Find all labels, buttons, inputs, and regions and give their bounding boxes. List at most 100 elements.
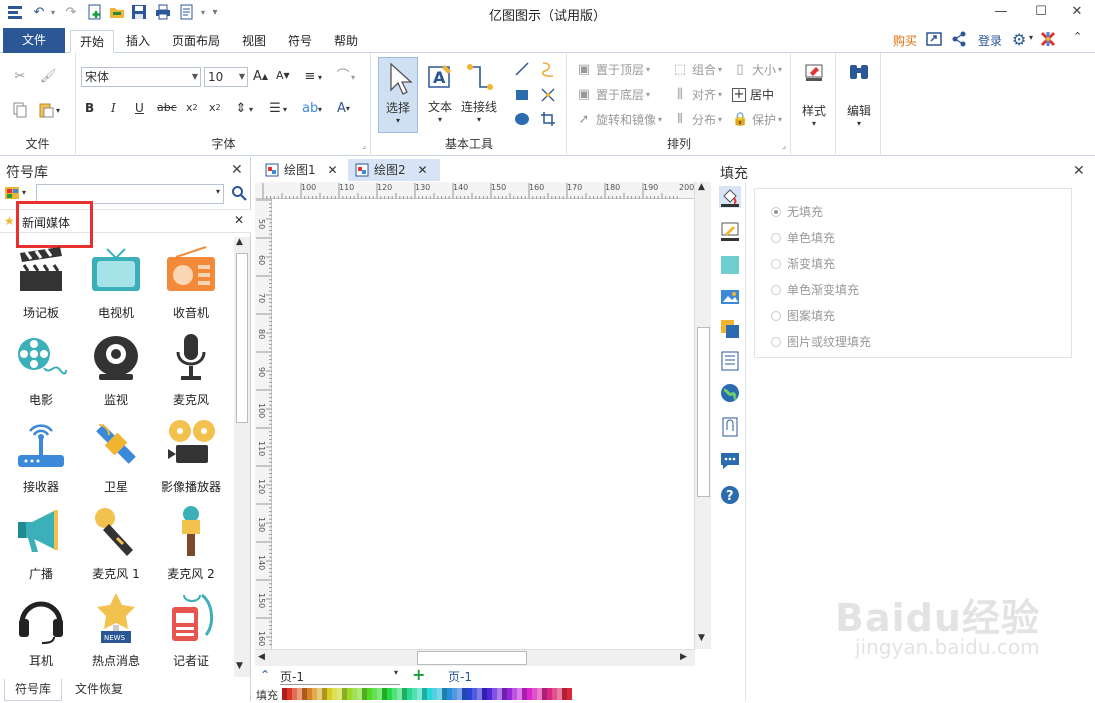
fill-option-none[interactable]: 无填充 <box>771 203 823 220</box>
protect-button[interactable]: 🔒 保护 ▾ <box>732 111 782 128</box>
doc-tab-1[interactable]: 绘图1 ✕ <box>258 159 348 181</box>
line-style-icon[interactable] <box>719 220 741 242</box>
highlight-icon[interactable]: ab ▾ <box>302 101 322 117</box>
font-family-select[interactable]: 宋体 ▼ <box>81 67 201 87</box>
scroll-down-icon[interactable]: ▼ <box>236 661 243 671</box>
scroll-down-icon[interactable]: ▼ <box>698 633 705 643</box>
subscript-button[interactable]: x2 <box>186 101 198 114</box>
share-icon[interactable] <box>951 31 967 50</box>
paste-icon[interactable]: ▾ <box>38 102 60 118</box>
scroll-up-icon[interactable]: ▲ <box>236 237 243 247</box>
edit-button[interactable]: 编辑 ▾ <box>839 61 879 137</box>
bullets-icon[interactable]: ☰ ▾ <box>267 101 287 117</box>
radio[interactable] <box>771 258 781 269</box>
hyperlink-globe-icon[interactable] <box>719 382 741 404</box>
text-path-icon[interactable]: ⌒ ▾ <box>335 69 355 85</box>
scroll-up-icon[interactable]: ▲ <box>698 182 705 192</box>
attachment-icon[interactable] <box>719 416 741 438</box>
symbol-satellite[interactable]: 卫星 <box>81 417 151 495</box>
connector-tool-button[interactable]: 连接线 ▾ <box>460 57 498 133</box>
curve-tool-icon[interactable] <box>540 61 556 77</box>
fill-option-single-gradient[interactable]: 单色渐变填充 <box>771 281 859 298</box>
collapse-ribbon-icon[interactable]: ⌃ <box>1073 30 1082 43</box>
symbol-television[interactable]: 电视机 <box>81 243 151 321</box>
symbol-monitor[interactable]: 监视 <box>81 330 151 408</box>
buy-link[interactable]: 购买 <box>893 32 917 49</box>
help-icon[interactable]: ? <box>719 484 741 506</box>
close-window-button[interactable]: ✕ <box>1060 0 1094 22</box>
tab-page-layout[interactable]: 页面布局 <box>166 30 226 53</box>
font-dialog-launcher-icon[interactable]: ⌟ <box>362 141 366 150</box>
library-scrollbar[interactable]: ▲ ▼ <box>234 237 250 677</box>
strikethrough-button[interactable]: abc <box>157 101 177 114</box>
canvas-horizontal-scrollbar[interactable]: ◀ ▶ <box>255 649 695 666</box>
fill-option-pattern[interactable]: 图案填充 <box>771 307 835 324</box>
symbol-headphones[interactable]: 耳机 <box>6 591 76 669</box>
settings-dropdown-icon[interactable]: ▾ <box>1029 33 1033 42</box>
close-tab-icon[interactable]: ✕ <box>327 163 337 177</box>
symbol-receiver[interactable]: 接收器 <box>6 417 76 495</box>
text-tool-button[interactable]: A 文本 ▾ <box>420 57 460 133</box>
search-dropdown-icon[interactable]: ▾ <box>216 187 220 196</box>
fill-option-gradient[interactable]: 渐变填充 <box>771 255 835 272</box>
tab-insert[interactable]: 插入 <box>118 30 158 53</box>
arrange-dialog-launcher-icon[interactable]: ⌟ <box>782 141 786 150</box>
radio-selected[interactable] <box>771 206 781 217</box>
format-painter-icon[interactable]: 🖌 <box>40 69 57 85</box>
fill-option-solid[interactable]: 单色填充 <box>771 229 835 246</box>
underline-button[interactable]: U <box>135 101 144 115</box>
style-button[interactable]: 样式 ▾ <box>794 61 834 137</box>
symbol-microphone[interactable]: 麦克风 <box>156 330 226 408</box>
symbol-microphone-1[interactable]: 麦克风 1 <box>81 504 151 582</box>
scroll-left-icon[interactable]: ◀ <box>258 652 265 662</box>
tab-symbol-library[interactable]: 符号库 <box>4 679 62 701</box>
canvas-vscroll-thumb[interactable] <box>697 327 710 497</box>
symbol-press-card[interactable]: 记者证 <box>156 591 226 669</box>
bring-to-front-button[interactable]: ▣ 置于顶层 ▾ <box>576 61 650 78</box>
tab-home[interactable]: 开始 <box>70 30 114 53</box>
distribute-button[interactable]: ⫴ 分布 ▾ <box>672 111 722 128</box>
rotate-mirror-button[interactable]: ➚ 旋转和镜像 ▾ <box>576 111 662 128</box>
radio[interactable] <box>771 336 781 347</box>
symbol-hot-news[interactable]: NEWS 热点消息 <box>81 591 151 669</box>
canvas-hscroll-thumb[interactable] <box>417 651 527 665</box>
radio[interactable] <box>771 284 781 295</box>
data-icon[interactable] <box>719 350 741 372</box>
fill-tool-icon[interactable] <box>719 186 741 208</box>
text-align-icon[interactable]: ≡ ▾ <box>302 69 322 85</box>
line-tool-icon[interactable] <box>514 61 530 77</box>
tab-file-recovery[interactable]: 文件恢复 <box>68 679 130 701</box>
image-icon[interactable] <box>719 286 741 308</box>
crop-tool-icon[interactable] <box>540 111 556 127</box>
fill-option-picture-texture[interactable]: 图片或纹理填充 <box>771 333 871 350</box>
add-page-icon[interactable]: + <box>412 665 425 684</box>
scroll-right-icon[interactable]: ▶ <box>680 652 687 662</box>
increase-font-icon[interactable]: A ▲ <box>253 69 268 84</box>
login-link[interactable]: 登录 <box>978 32 1002 49</box>
symbol-broadcast[interactable]: 广播 <box>6 504 76 582</box>
line-spacing-icon[interactable]: ⇕ ▾ <box>233 101 253 117</box>
cut-icon[interactable]: ✂ <box>12 69 28 85</box>
minimize-button[interactable]: — <box>984 0 1018 22</box>
canvas-vertical-scrollbar[interactable]: ▲ ▼ <box>694 182 711 649</box>
symbol-film[interactable]: 电影 <box>6 330 76 408</box>
superscript-button[interactable]: x2 <box>209 101 221 114</box>
close-panel-icon[interactable]: ✕ <box>231 162 243 178</box>
layers-icon[interactable] <box>719 318 741 340</box>
maximize-button[interactable]: ☐ <box>1024 0 1058 22</box>
size-button[interactable]: ▯ 大小 ▾ <box>732 61 782 78</box>
center-button[interactable]: + 居中 <box>732 86 774 103</box>
close-category-icon[interactable]: ✕ <box>234 213 244 227</box>
symbol-projector[interactable]: 影像播放器 <box>156 417 226 495</box>
library-dropdown-icon[interactable]: ▾ <box>22 188 26 197</box>
page-select[interactable]: 页-1 ▾ <box>280 668 400 685</box>
send-to-back-button[interactable]: ▣ 置于底层 ▾ <box>576 86 650 103</box>
doc-tab-2[interactable]: 绘图2 ✕ <box>348 159 440 181</box>
bold-button[interactable]: B <box>85 101 94 115</box>
comment-icon[interactable] <box>719 450 741 472</box>
page-nav-up-icon[interactable]: ⌃ <box>260 668 270 682</box>
close-tab-icon[interactable]: ✕ <box>417 163 427 177</box>
file-menu[interactable]: 文件 <box>3 28 65 53</box>
shadow-icon[interactable] <box>719 254 741 276</box>
ellipse-tool-icon[interactable] <box>514 111 530 127</box>
